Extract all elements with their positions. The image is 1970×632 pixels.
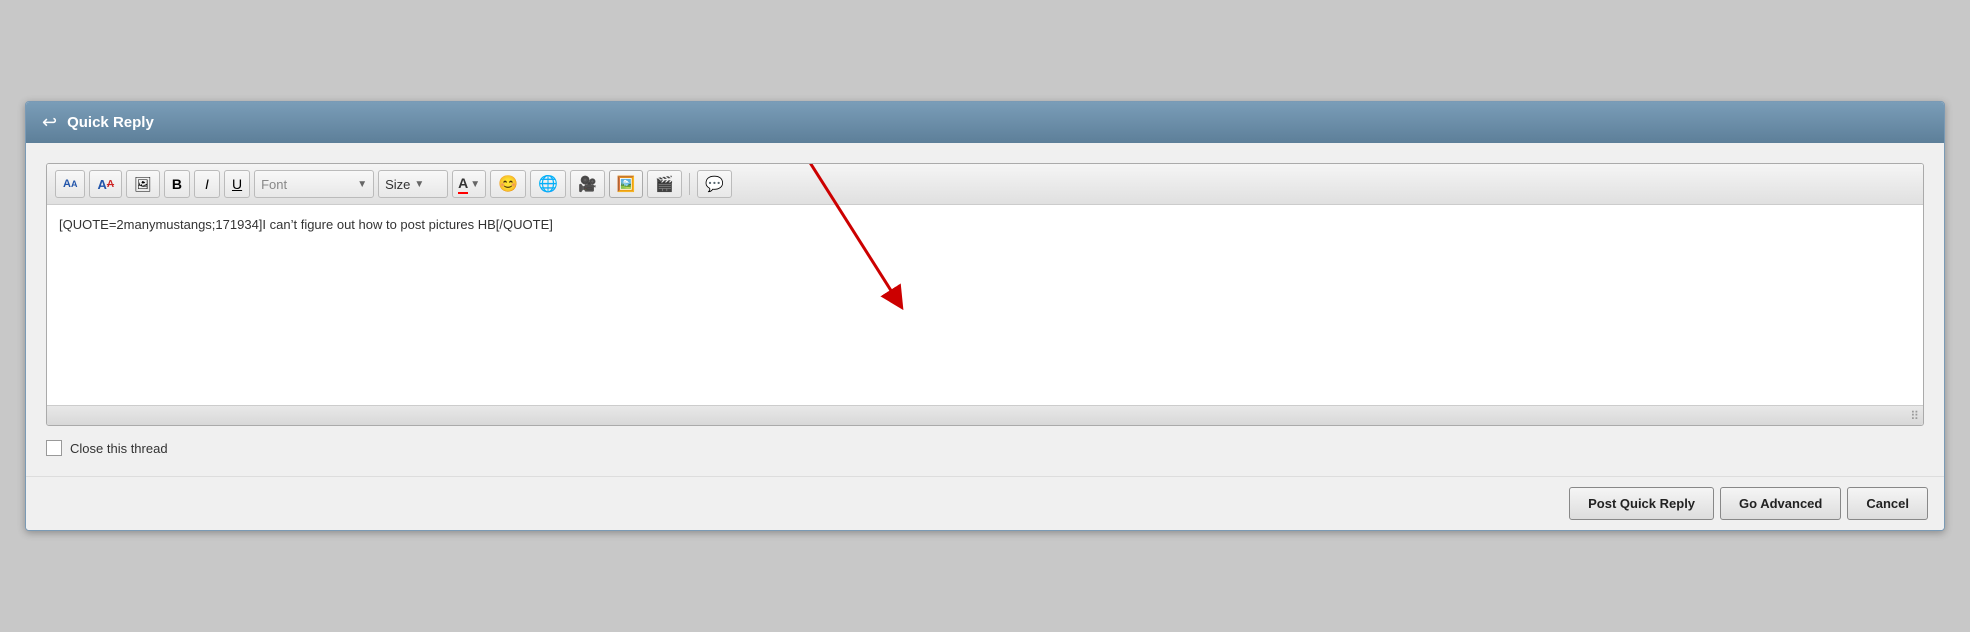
color-dropdown-arrow: ▼ (470, 179, 480, 190)
bold-label: B (172, 176, 182, 192)
dialog-title: Quick Reply (67, 114, 154, 131)
font-selector[interactable]: Font ▼ (254, 170, 374, 198)
bold-btn[interactable]: B (164, 170, 190, 198)
resize-handle-icon[interactable]: ⠿ (1910, 409, 1919, 423)
footer-options: Close this thread (46, 426, 1924, 456)
color-button[interactable]: A ▼ (452, 170, 486, 198)
quote-btn[interactable]: 💬 (697, 170, 732, 198)
underline-label: U (232, 176, 242, 192)
go-advanced-button[interactable]: Go Advanced (1720, 487, 1841, 520)
resize-bar: ⠿ (47, 405, 1923, 425)
toolbar-divider (689, 173, 690, 195)
editor-container: AA AA 🖼 B I U Font (46, 163, 1924, 426)
size-dropdown-arrow: ▼ (414, 179, 424, 190)
editor-content: [QUOTE=2manymustangs;171934]I can’t figu… (59, 217, 553, 232)
editor-textarea[interactable]: [QUOTE=2manymustangs;171934]I can’t figu… (47, 205, 1923, 405)
camera-btn[interactable]: 🎥 (570, 170, 605, 198)
decrease-font-btn[interactable]: AA (55, 170, 85, 198)
insert-image-btn[interactable]: 🖼️ (609, 170, 644, 198)
font-dropdown-arrow: ▼ (357, 179, 367, 190)
editor-wrapper: [QUOTE=2manymustangs;171934]I can’t figu… (47, 205, 1923, 405)
quick-reply-dialog: ↩ Quick Reply AA AA 🖼 B I (25, 101, 1945, 531)
underline-btn[interactable]: U (224, 170, 250, 198)
dialog-header: ↩ Quick Reply (26, 102, 1944, 143)
image-btn[interactable]: 🖼 (126, 170, 160, 198)
dialog-body: AA AA 🖼 B I U Font (26, 143, 1944, 476)
size-select-label: Size (385, 177, 410, 192)
back-icon[interactable]: ↩ (42, 112, 57, 133)
increase-font-btn[interactable]: AA (89, 170, 122, 198)
dialog-footer: Post Quick Reply Go Advanced Cancel (26, 476, 1944, 530)
color-label: A (458, 175, 468, 194)
media-btn[interactable]: 🎬 (647, 170, 682, 198)
size-selector[interactable]: Size ▼ (378, 170, 448, 198)
italic-btn[interactable]: I (194, 170, 220, 198)
font-select-label: Font (261, 177, 353, 192)
post-quick-reply-button[interactable]: Post Quick Reply (1569, 487, 1714, 520)
close-thread-checkbox[interactable] (46, 440, 62, 456)
italic-label: I (205, 176, 209, 192)
emoji-btn[interactable]: 😊 (490, 170, 526, 198)
globe-icon-btn[interactable]: 🌐 (530, 170, 566, 198)
cancel-button[interactable]: Cancel (1847, 487, 1928, 520)
toolbar: AA AA 🖼 B I U Font (47, 164, 1923, 205)
close-thread-label: Close this thread (70, 441, 168, 456)
